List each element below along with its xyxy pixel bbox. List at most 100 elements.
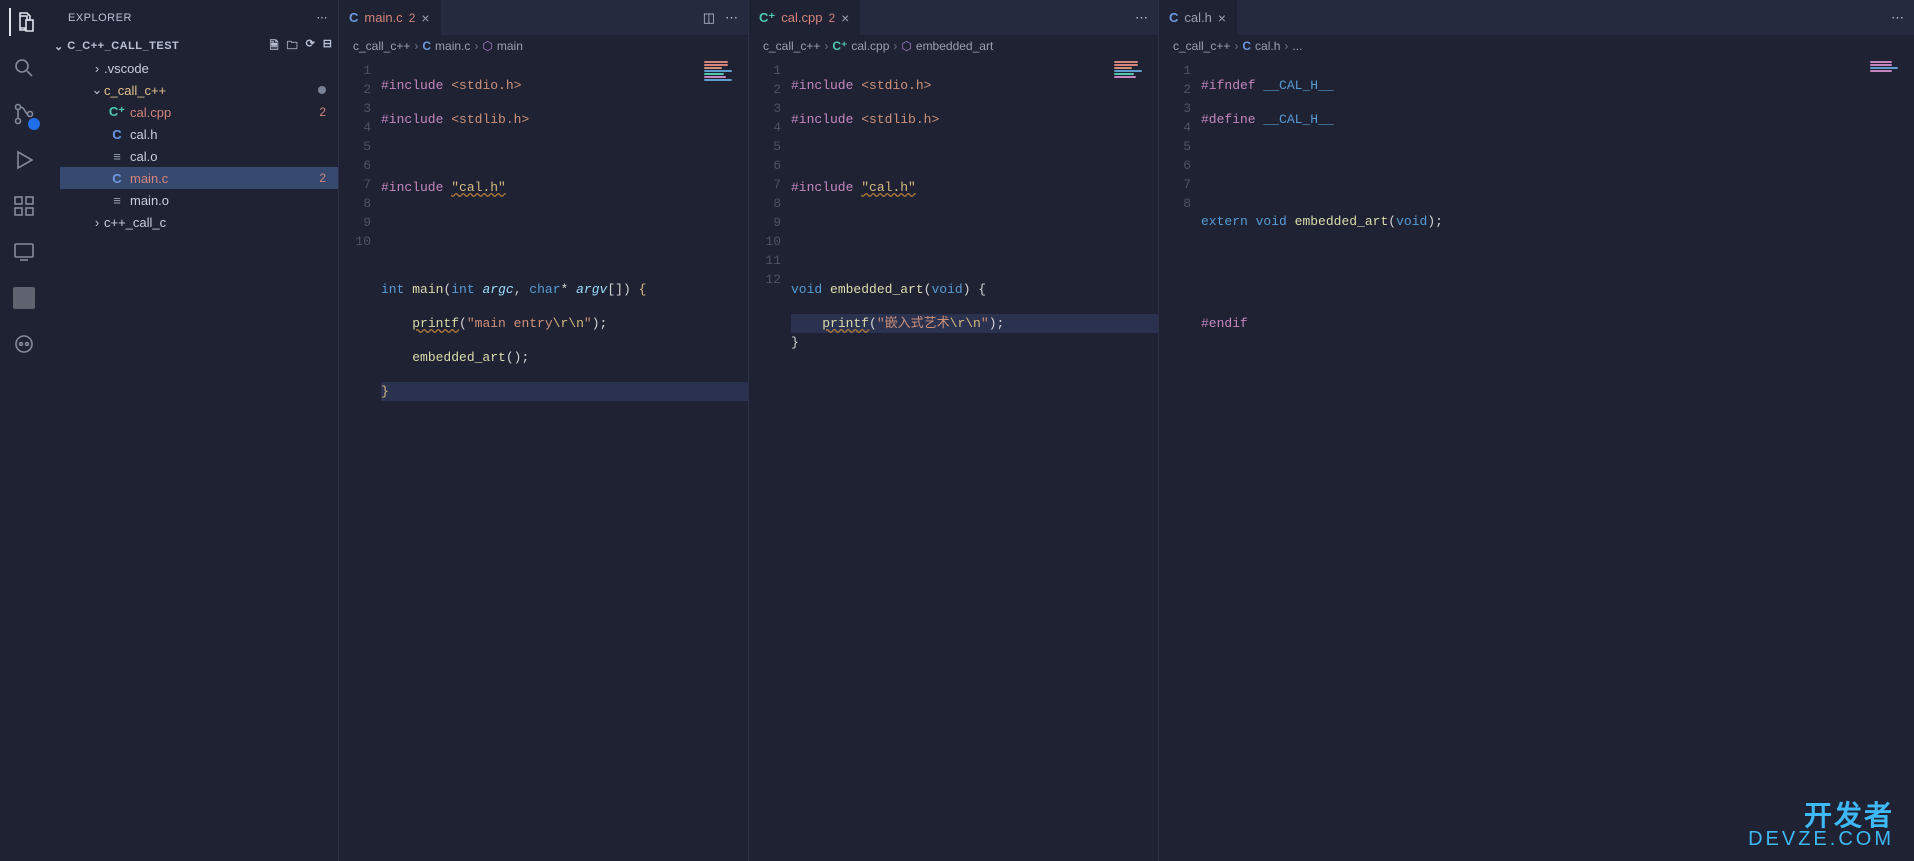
- breadcrumb-item[interactable]: main: [497, 39, 523, 53]
- breadcrumb-item[interactable]: ...: [1292, 39, 1302, 53]
- code-editor[interactable]: 12345678910 #include <stdio.h> #include …: [339, 57, 748, 861]
- code-editor[interactable]: 12345678 #ifndef __CAL_H__ #define __CAL…: [1159, 57, 1914, 861]
- c-file-icon: C: [108, 127, 126, 142]
- tree-folder-cpp-call-c[interactable]: › c++_call_c: [60, 211, 338, 233]
- copilot-icon[interactable]: [10, 330, 38, 358]
- file-tree: › .vscode ⌄ c_call_c++ C⁺ cal.cpp 2 C ca…: [48, 57, 338, 233]
- tab-label: main.c: [364, 10, 402, 25]
- tab-cal-cpp[interactable]: C⁺ cal.cpp 2 ×: [749, 0, 860, 35]
- symbol-icon: ⬡: [482, 39, 492, 53]
- tree-file-main-c[interactable]: C main.c 2: [60, 167, 338, 189]
- error-count: 2: [312, 105, 326, 119]
- code-content[interactable]: #include <stdio.h> #include <stdlib.h> #…: [381, 57, 748, 861]
- tab-bar: C main.c 2 × ◫ ⋯: [339, 0, 748, 35]
- cpp-file-icon: C⁺: [832, 39, 847, 53]
- chevron-down-icon: ⌄: [54, 40, 63, 53]
- project-name: C_C++_CALL_TEST: [67, 40, 269, 52]
- extensions-icon[interactable]: [10, 192, 38, 220]
- more-icon[interactable]: ⋯: [1135, 10, 1148, 26]
- breadcrumb-item[interactable]: embedded_art: [916, 39, 993, 53]
- tab-bar: C⁺ cal.cpp 2 × ⋯: [749, 0, 1158, 35]
- refresh-icon[interactable]: ⟳: [306, 37, 315, 56]
- file-label: main.c: [130, 171, 312, 186]
- c-file-icon: C: [1169, 10, 1178, 25]
- tab-label: cal.cpp: [781, 10, 822, 25]
- minimap[interactable]: [704, 61, 744, 101]
- cpp-file-icon: C⁺: [759, 10, 775, 26]
- source-control-icon[interactable]: [10, 100, 38, 128]
- explorer-toolbar: 🗎 🗀 ⟳ ⊟: [270, 37, 332, 56]
- chevron-down-icon: ⌄: [90, 82, 104, 98]
- code-content[interactable]: #ifndef __CAL_H__ #define __CAL_H__ exte…: [1201, 57, 1914, 861]
- editor-group-3: C cal.h × ⋯ c_call_c++› C cal.h› ... 123…: [1158, 0, 1914, 861]
- close-icon[interactable]: ×: [421, 10, 429, 26]
- new-file-icon[interactable]: 🗎: [270, 37, 279, 56]
- tab-cal-h[interactable]: C cal.h ×: [1159, 0, 1237, 35]
- project-header[interactable]: ⌄ C_C++_CALL_TEST 🗎 🗀 ⟳ ⊟: [48, 35, 338, 57]
- tab-error-count: 2: [828, 11, 835, 25]
- sidebar-header: EXPLORER ⋯: [48, 0, 338, 35]
- obj-file-icon: ≡: [108, 149, 126, 164]
- chevron-right-icon: ›: [90, 61, 104, 76]
- editor-group-1: C main.c 2 × ◫ ⋯ c_call_c++› C main.c› ⬡…: [338, 0, 748, 861]
- tree-folder-vscode[interactable]: › .vscode: [60, 57, 338, 79]
- file-label: cal.h: [130, 127, 326, 142]
- tree-file-main-o[interactable]: ≡ main.o: [60, 189, 338, 211]
- breadcrumb-item[interactable]: c_call_c++: [353, 39, 410, 53]
- square-icon[interactable]: [10, 284, 38, 312]
- file-label: main.o: [130, 193, 326, 208]
- scm-badge: [28, 118, 40, 130]
- breadcrumbs[interactable]: c_call_c++› C⁺ cal.cpp› ⬡ embedded_art: [749, 35, 1158, 57]
- symbol-icon: ⬡: [901, 39, 911, 53]
- editor-area: C main.c 2 × ◫ ⋯ c_call_c++› C main.c› ⬡…: [338, 0, 1914, 861]
- split-editor-icon[interactable]: ◫: [703, 10, 715, 26]
- explorer-icon[interactable]: [9, 8, 37, 36]
- file-label: cal.o: [130, 149, 326, 164]
- breadcrumbs[interactable]: c_call_c++› C cal.h› ...: [1159, 35, 1914, 57]
- code-editor[interactable]: 123456789101112 #include <stdio.h> #incl…: [749, 57, 1158, 861]
- minimap[interactable]: [1870, 61, 1910, 101]
- c-file-icon: C: [349, 10, 358, 25]
- tree-file-cal-cpp[interactable]: C⁺ cal.cpp 2: [60, 101, 338, 123]
- tree-folder-c-call-cpp[interactable]: ⌄ c_call_c++: [60, 79, 338, 101]
- tab-main-c[interactable]: C main.c 2 ×: [339, 0, 441, 35]
- run-debug-icon[interactable]: [10, 146, 38, 174]
- code-content[interactable]: #include <stdio.h> #include <stdlib.h> #…: [791, 57, 1158, 861]
- breadcrumb-item[interactable]: cal.h: [1255, 39, 1280, 53]
- modified-dot-icon: [318, 86, 326, 94]
- close-icon[interactable]: ×: [841, 10, 849, 26]
- c-file-icon: C: [422, 39, 431, 53]
- watermark-text: DEVZE.COM: [1748, 828, 1894, 851]
- tab-bar: C cal.h × ⋯: [1159, 0, 1914, 35]
- breadcrumb-item[interactable]: c_call_c++: [763, 39, 820, 53]
- tree-file-cal-h[interactable]: C cal.h: [60, 123, 338, 145]
- breadcrumb-item[interactable]: main.c: [435, 39, 470, 53]
- c-file-icon: C: [1242, 39, 1251, 53]
- new-folder-icon[interactable]: 🗀: [287, 37, 298, 56]
- breadcrumb-item[interactable]: cal.cpp: [851, 39, 889, 53]
- remote-icon[interactable]: [10, 238, 38, 266]
- sidebar-more-icon[interactable]: ⋯: [317, 11, 329, 24]
- file-label: cal.cpp: [130, 105, 312, 120]
- tab-error-count: 2: [409, 11, 416, 25]
- more-icon[interactable]: ⋯: [725, 10, 738, 26]
- folder-label: c_call_c++: [104, 83, 318, 98]
- breadcrumbs[interactable]: c_call_c++› C main.c› ⬡ main: [339, 35, 748, 57]
- activity-bar: [0, 0, 48, 861]
- collapse-icon[interactable]: ⊟: [323, 37, 332, 56]
- explorer-sidebar: EXPLORER ⋯ ⌄ C_C++_CALL_TEST 🗎 🗀 ⟳ ⊟ › .…: [48, 0, 338, 861]
- line-gutter: 123456789101112: [749, 57, 791, 861]
- watermark: 开发者 DEVZE.COM: [1748, 794, 1894, 851]
- close-icon[interactable]: ×: [1218, 10, 1226, 26]
- cpp-file-icon: C⁺: [108, 104, 126, 120]
- more-icon[interactable]: ⋯: [1891, 10, 1904, 26]
- chevron-right-icon: ›: [90, 215, 104, 230]
- search-icon[interactable]: [10, 54, 38, 82]
- breadcrumb-item[interactable]: c_call_c++: [1173, 39, 1230, 53]
- tree-file-cal-o[interactable]: ≡ cal.o: [60, 145, 338, 167]
- line-gutter: 12345678: [1159, 57, 1201, 861]
- sidebar-title: EXPLORER: [68, 12, 317, 24]
- minimap[interactable]: [1114, 61, 1154, 101]
- obj-file-icon: ≡: [108, 193, 126, 208]
- c-file-icon: C: [108, 171, 126, 186]
